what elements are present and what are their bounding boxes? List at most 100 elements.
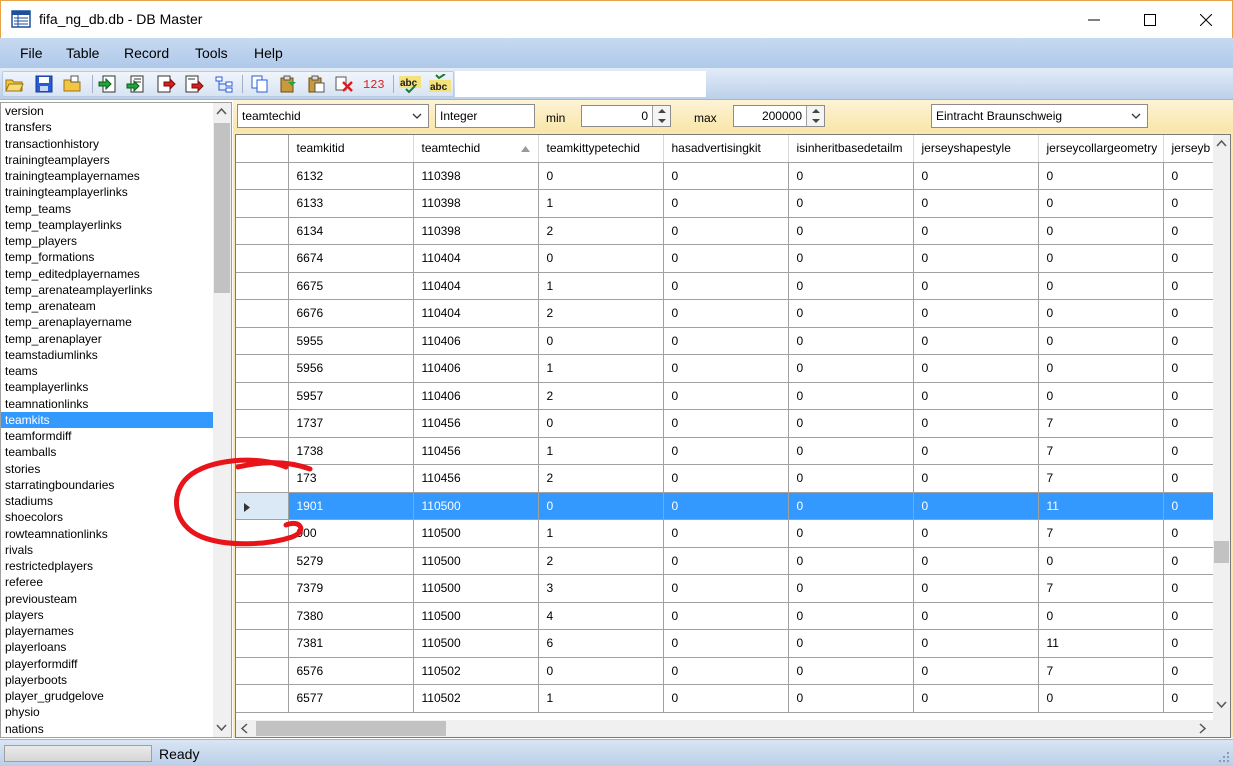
table-cell[interactable]: 1 (538, 519, 664, 548)
table-cell[interactable]: 0 (1163, 189, 1214, 218)
min-spinner-buttons[interactable] (652, 106, 670, 126)
table-cell[interactable]: 0 (663, 574, 789, 603)
open-folder-button[interactable] (4, 74, 24, 94)
table-cell[interactable]: 0 (788, 299, 914, 328)
table-cell[interactable]: 110404 (413, 299, 539, 328)
max-spinner-buttons[interactable] (806, 106, 824, 126)
table-cell[interactable]: 1738 (288, 437, 414, 465)
table-cell[interactable]: 0 (663, 437, 789, 465)
menu-help[interactable]: Help (254, 45, 283, 61)
table-cell[interactable]: 3 (538, 574, 664, 603)
scroll-down-icon[interactable] (213, 719, 230, 736)
table-cell[interactable]: 0 (1163, 629, 1214, 658)
table-cell[interactable]: 0 (663, 272, 789, 300)
table-cell[interactable]: 0 (538, 162, 664, 190)
spellcheck-alt-button[interactable]: abc (428, 73, 452, 94)
table-cell[interactable]: 0 (1038, 217, 1164, 245)
scroll-left-icon[interactable] (236, 720, 253, 737)
import-list-button[interactable] (126, 74, 146, 94)
table-cell[interactable]: 0 (913, 547, 1039, 575)
table-cell[interactable]: 0 (1163, 217, 1214, 245)
table-cell[interactable]: 2 (538, 217, 664, 245)
table-cell[interactable]: 0 (788, 464, 914, 493)
table-cell[interactable]: 0 (788, 162, 914, 190)
table-cell[interactable]: 6132 (288, 162, 414, 190)
row-header[interactable] (236, 327, 289, 355)
row-header[interactable] (236, 657, 289, 685)
table-cell[interactable]: 0 (913, 354, 1039, 383)
row-header[interactable] (236, 519, 289, 548)
table-cell[interactable]: 0 (1038, 354, 1164, 383)
table-cell[interactable]: 0 (788, 189, 914, 218)
table-cell[interactable]: 0 (913, 684, 1039, 713)
table-cell[interactable]: 0 (663, 354, 789, 383)
table-list-item[interactable]: rowteamnationlinks (1, 526, 213, 542)
grid-horizontal-scroll-thumb[interactable] (256, 721, 446, 736)
table-cell[interactable]: 1 (538, 354, 664, 383)
table-row[interactable]: 5955 110406 0 0 0 0 0 0 (236, 327, 1223, 355)
table-list-item[interactable]: temp_teamplayerlinks (1, 217, 213, 233)
table-cell[interactable]: 0 (1163, 409, 1214, 438)
column-header[interactable]: teamtechid (413, 135, 539, 163)
table-cell[interactable]: 0 (788, 327, 914, 355)
table-cell[interactable]: 110404 (413, 272, 539, 300)
row-header[interactable] (236, 189, 289, 218)
table-cell[interactable]: 0 (663, 464, 789, 493)
table-cell[interactable]: 0 (913, 629, 1039, 658)
table-cell[interactable]: 1737 (288, 409, 414, 438)
table-cell[interactable]: 0 (1163, 437, 1214, 465)
table-cell[interactable]: 0 (788, 602, 914, 630)
table-cell[interactable]: 0 (663, 519, 789, 548)
scroll-up-icon[interactable] (1213, 135, 1230, 152)
copy-button[interactable] (250, 74, 270, 94)
table-list-item[interactable]: shoecolors (1, 509, 213, 525)
table-row[interactable]: 6134 110398 2 0 0 0 0 0 (236, 217, 1223, 245)
table-cell[interactable]: 110500 (413, 574, 539, 603)
table-cell[interactable]: 0 (1038, 244, 1164, 273)
table-list-item[interactable]: trainingteamplayerlinks (1, 184, 213, 200)
table-cell[interactable]: 0 (1163, 244, 1214, 273)
numeric-button[interactable]: 123 (362, 74, 386, 94)
tree-button[interactable] (214, 74, 234, 94)
table-cell[interactable]: 0 (788, 354, 914, 383)
menu-table[interactable]: Table (66, 45, 99, 61)
scroll-up-icon[interactable] (213, 103, 230, 120)
table-list-scroll-thumb[interactable] (214, 123, 230, 293)
table-list-item[interactable]: stadiums (1, 493, 213, 509)
table-cell[interactable]: 110406 (413, 354, 539, 383)
spin-up-icon[interactable] (653, 106, 671, 116)
grid-vertical-scroll-thumb[interactable] (1214, 541, 1229, 563)
table-list-item[interactable]: rivals (1, 542, 213, 558)
table-cell[interactable]: 0 (538, 657, 664, 685)
table-cell[interactable]: 0 (663, 217, 789, 245)
table-cell[interactable]: 1 (538, 189, 664, 218)
spellcheck-button[interactable]: abc (398, 74, 422, 94)
table-cell[interactable]: 5279 (288, 547, 414, 575)
table-cell[interactable]: 11 (1038, 492, 1164, 520)
team-select[interactable]: Eintracht Braunschweig (931, 104, 1148, 128)
row-header[interactable] (236, 602, 289, 630)
row-header[interactable] (236, 547, 289, 575)
table-cell[interactable]: 6675 (288, 272, 414, 300)
table-cell[interactable]: 7 (1038, 409, 1164, 438)
table-cell[interactable]: 0 (1163, 492, 1214, 520)
table-cell[interactable]: 0 (913, 299, 1039, 328)
table-cell[interactable]: 2 (538, 299, 664, 328)
row-header[interactable] (236, 354, 289, 383)
row-header[interactable] (236, 162, 289, 190)
table-cell[interactable]: 0 (663, 602, 789, 630)
table-cell[interactable]: 110404 (413, 244, 539, 273)
table-cell[interactable]: 0 (913, 244, 1039, 273)
row-header[interactable] (236, 574, 289, 603)
table-cell[interactable]: 0 (788, 684, 914, 713)
table-list-item[interactable]: temp_teams (1, 201, 213, 217)
table-cell[interactable]: 7380 (288, 602, 414, 630)
table-cell[interactable]: 0 (788, 574, 914, 603)
grid-horizontal-scrollbar[interactable] (236, 720, 1213, 737)
table-cell[interactable]: 0 (913, 657, 1039, 685)
table-list-item[interactable]: teamnationlinks (1, 396, 213, 412)
table-cell[interactable]: 5955 (288, 327, 414, 355)
menu-record[interactable]: Record (124, 45, 169, 61)
table-row[interactable]: 6674 110404 0 0 0 0 0 0 (236, 244, 1223, 273)
export-list-button[interactable] (184, 74, 204, 94)
